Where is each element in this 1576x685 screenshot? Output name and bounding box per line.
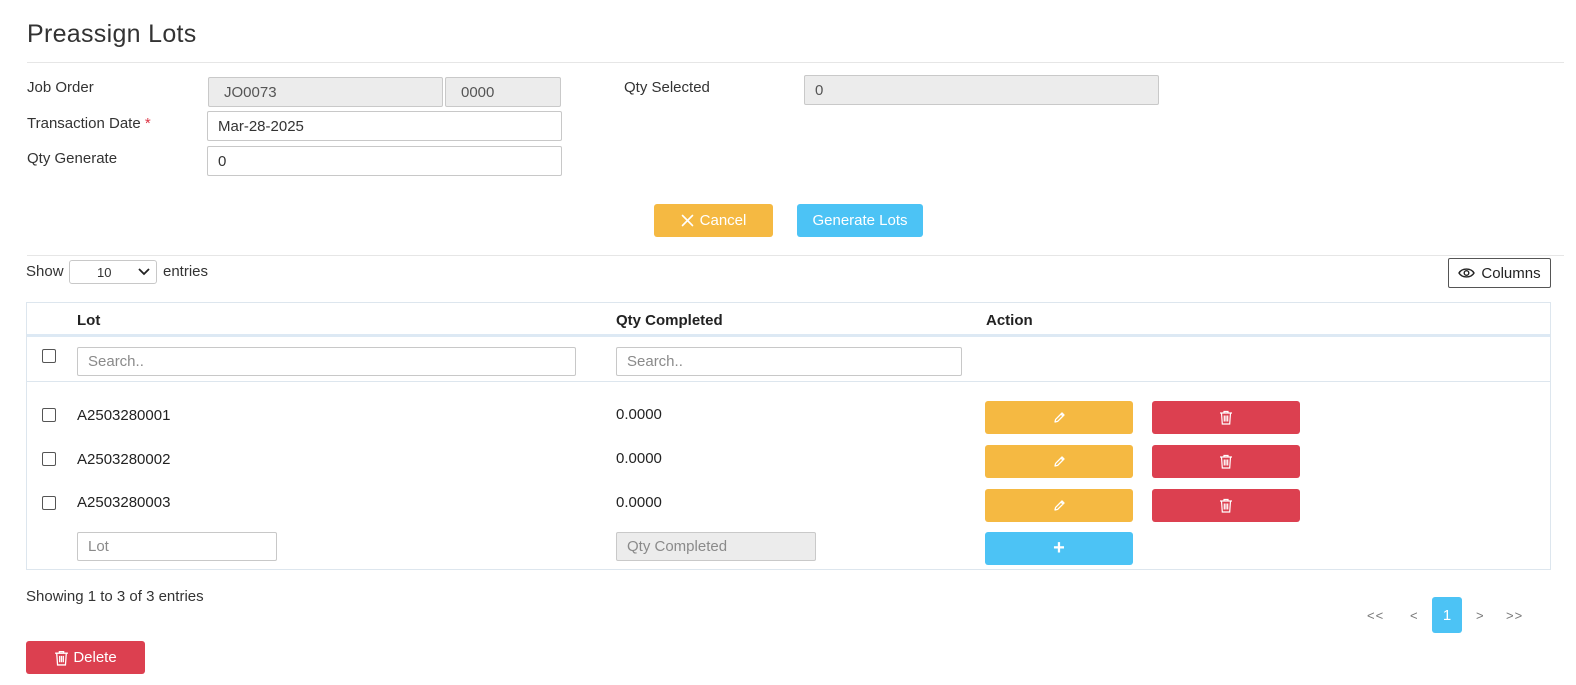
page-size-select[interactable]: 10	[69, 260, 157, 284]
trash-icon	[1219, 498, 1233, 513]
row-checkbox[interactable]	[42, 452, 56, 466]
trash-icon	[54, 650, 69, 666]
section-divider	[27, 255, 1564, 256]
row-checkbox[interactable]	[42, 408, 56, 422]
qty-selected-label: Qty Selected	[624, 79, 710, 96]
delete-button-label: Delete	[73, 649, 117, 666]
column-header-lot[interactable]: Lot	[77, 312, 100, 329]
transaction-date-input[interactable]: Mar-28-2025	[207, 111, 562, 141]
table-info: Showing 1 to 3 of 3 entries	[26, 588, 204, 605]
close-icon	[681, 214, 694, 227]
pencil-icon	[1053, 455, 1066, 468]
lot-search-input[interactable]: Search..	[77, 347, 576, 376]
add-row-button[interactable]: +	[985, 532, 1133, 565]
page-title: Preassign Lots	[27, 20, 197, 48]
column-header-action: Action	[986, 312, 1033, 329]
qty-completed-cell: 0.0000	[616, 494, 662, 511]
job-order-field: JO0073	[208, 77, 443, 107]
row-checkbox[interactable]	[42, 496, 56, 510]
delete-row-button[interactable]	[1152, 401, 1300, 434]
new-lot-input[interactable]: Lot	[77, 532, 277, 561]
edit-row-button[interactable]	[985, 445, 1133, 478]
lots-table	[26, 302, 1551, 570]
qty-selected-field: 0	[804, 75, 1159, 105]
entries-label: entries	[163, 263, 209, 280]
table-header-divider	[27, 334, 1550, 337]
qty-completed-cell: 0.0000	[616, 406, 662, 423]
lot-cell: A2503280002	[77, 451, 171, 468]
pagination-first[interactable]: <<	[1367, 608, 1384, 623]
columns-button-label: Columns	[1481, 264, 1541, 282]
trash-icon	[1219, 410, 1233, 425]
pagination-prev[interactable]: <	[1410, 608, 1419, 623]
job-order-label: Job Order	[27, 79, 94, 96]
page-size-value: 10	[97, 265, 112, 280]
pagination-current-page[interactable]: 1	[1432, 597, 1462, 633]
cancel-button[interactable]: Cancel	[654, 204, 773, 237]
edit-row-button[interactable]	[985, 401, 1133, 434]
pencil-icon	[1053, 499, 1066, 512]
lot-cell: A2503280003	[77, 494, 171, 511]
qty-generate-input[interactable]: 0	[207, 146, 562, 176]
transaction-date-label: Transaction Date *	[27, 115, 151, 132]
delete-button[interactable]: Delete	[26, 641, 145, 674]
qty-generate-label: Qty Generate	[27, 150, 118, 167]
show-label: Show	[26, 263, 64, 280]
delete-row-button[interactable]	[1152, 445, 1300, 478]
required-mark: *	[144, 115, 151, 132]
job-order-seq-field: 0000	[445, 77, 561, 107]
cancel-button-label: Cancel	[699, 212, 747, 229]
edit-row-button[interactable]	[985, 489, 1133, 522]
lot-cell: A2503280001	[77, 407, 171, 424]
trash-icon	[1219, 454, 1233, 469]
eye-icon	[1458, 267, 1476, 279]
qty-completed-cell: 0.0000	[616, 450, 662, 467]
pagination-last[interactable]: >>	[1506, 608, 1523, 623]
column-header-qty-completed[interactable]: Qty Completed	[616, 312, 723, 329]
columns-button[interactable]: Columns	[1448, 258, 1551, 288]
chevron-down-icon	[138, 268, 150, 276]
pagination-next[interactable]: >	[1476, 608, 1485, 623]
delete-row-button[interactable]	[1152, 489, 1300, 522]
pencil-icon	[1053, 411, 1066, 424]
generate-lots-button[interactable]: Generate Lots	[797, 204, 923, 237]
qty-search-input[interactable]: Search..	[616, 347, 962, 376]
filter-row-divider	[27, 381, 1550, 382]
transaction-date-label-text: Transaction Date	[27, 115, 141, 132]
select-all-checkbox[interactable]	[42, 349, 56, 363]
title-divider	[27, 62, 1564, 63]
new-qty-completed-field: Qty Completed	[616, 532, 816, 561]
